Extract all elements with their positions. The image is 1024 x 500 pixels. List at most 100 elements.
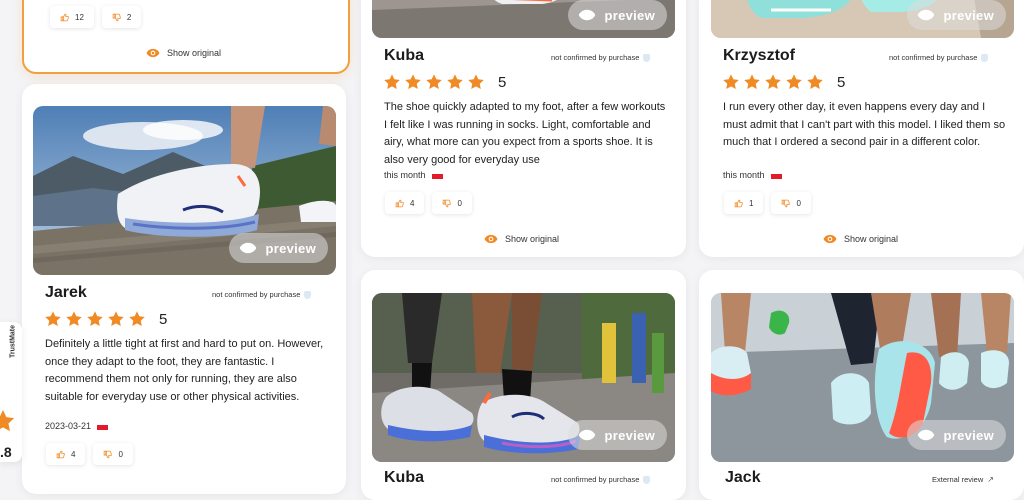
review-photo[interactable]: preview [711, 293, 1014, 462]
flag-icon [770, 174, 782, 179]
review-card-top-left: 12 2 Show original [22, 0, 350, 74]
eye-icon [484, 234, 498, 244]
review-text: The shoe quickly adapted to my foot, aft… [384, 101, 666, 166]
preview-label: preview [604, 7, 655, 23]
review-photo[interactable]: preview [33, 106, 336, 275]
external-review-label: External review [932, 475, 984, 484]
show-original-label: Show original [167, 48, 222, 58]
eye-icon [917, 9, 935, 21]
shield-icon [643, 475, 651, 484]
dislike-button[interactable]: 0 [771, 192, 811, 214]
star-icon [764, 73, 782, 91]
preview-button[interactable]: preview [568, 420, 667, 450]
show-original-label: Show original [844, 234, 899, 244]
like-button[interactable]: 4 [385, 192, 425, 214]
like-count: 12 [75, 12, 84, 22]
thumbs-up-icon [56, 450, 65, 459]
review-card-kuba-2: preview Kuba not confirmed by purchase [361, 270, 686, 500]
star-icon [0, 404, 16, 438]
preview-button[interactable]: preview [907, 0, 1006, 30]
external-review-status: External review ↗ [932, 475, 994, 484]
reviewer-name: Jarek [45, 284, 87, 301]
star-icon [86, 310, 104, 328]
rating-value: 5 [498, 73, 507, 91]
star-icon [722, 73, 740, 91]
eye-icon [578, 9, 596, 21]
star-icon [467, 73, 485, 91]
star-icon [446, 73, 464, 91]
star-icon [383, 73, 401, 91]
trustmate-score: .8 [0, 444, 12, 460]
review-photo[interactable]: preview [372, 0, 675, 38]
purchase-status: not confirmed by purchase [212, 290, 312, 299]
review-card-kuba: preview Kuba not confirmed by purchase 5… [361, 0, 686, 257]
eye-icon [917, 429, 935, 441]
purchase-status: not confirmed by purchase [551, 53, 651, 62]
purchase-status-label: not confirmed by purchase [212, 290, 301, 299]
thumbs-up-icon [734, 199, 743, 208]
star-icon [743, 73, 761, 91]
review-photo[interactable]: preview [372, 293, 675, 462]
thumbs-down-icon [103, 450, 112, 459]
star-icon [425, 73, 443, 91]
like-button[interactable]: 1 [724, 192, 764, 214]
vote-buttons: 4 0 [46, 443, 133, 465]
vote-buttons: 1 0 [724, 192, 811, 214]
purchase-status: not confirmed by purchase [551, 475, 651, 484]
flag-icon [97, 425, 109, 430]
review-date-value: 2023-03-21 [45, 421, 92, 431]
review-date: 2023-03-21 [45, 421, 109, 431]
shield-icon [643, 53, 651, 62]
dislike-button[interactable]: 2 [101, 6, 142, 28]
show-original-link[interactable]: Show original [823, 234, 898, 244]
preview-button[interactable]: preview [907, 420, 1006, 450]
dislike-count: 0 [796, 198, 801, 208]
purchase-status-label: not confirmed by purchase [551, 53, 640, 62]
flag-icon [431, 174, 443, 179]
show-original-link[interactable]: Show original [146, 48, 221, 58]
star-icon [65, 310, 83, 328]
purchase-status-label: not confirmed by purchase [889, 53, 978, 62]
rating-stars: 5 [383, 73, 506, 91]
preview-button[interactable]: preview [568, 0, 667, 30]
eye-icon [578, 429, 596, 441]
dislike-button[interactable]: 0 [432, 192, 472, 214]
star-icon [404, 73, 422, 91]
reviewer-name: Kuba [384, 47, 424, 64]
shield-icon [304, 290, 312, 299]
rating-value: 5 [159, 310, 168, 328]
thumbs-down-icon [781, 199, 790, 208]
star-icon [785, 73, 803, 91]
like-button[interactable]: 4 [46, 443, 86, 465]
dislike-count: 2 [126, 12, 132, 22]
review-card-jarek: preview Jarek not confirmed by purchase … [22, 84, 346, 494]
review-photo[interactable]: preview [711, 0, 1014, 38]
preview-button[interactable]: preview [229, 233, 328, 263]
preview-label: preview [943, 427, 994, 443]
eye-icon [146, 48, 160, 58]
preview-label: preview [943, 7, 994, 23]
eye-icon [823, 234, 837, 244]
star-icon [44, 310, 62, 328]
eye-icon [239, 242, 257, 254]
vote-buttons: 12 2 [50, 6, 142, 28]
review-date: this month [723, 170, 782, 180]
rating-value: 5 [837, 73, 846, 91]
thumbs-down-icon [442, 199, 451, 208]
star-icon [128, 310, 146, 328]
purchase-status: not confirmed by purchase [889, 53, 989, 62]
reviewer-name: Jack [725, 469, 761, 486]
dislike-count: 0 [457, 198, 462, 208]
review-card-jack: preview Jack External review ↗ [699, 270, 1024, 500]
purchase-status-label: not confirmed by purchase [551, 475, 640, 484]
show-original-label: Show original [505, 234, 560, 244]
show-original-link[interactable]: Show original [484, 234, 559, 244]
review-text: I run every other day, it even happens e… [723, 101, 1006, 148]
dislike-count: 0 [118, 449, 123, 459]
dislike-button[interactable]: 0 [93, 443, 133, 465]
review-text: Definitely a little tight at first and h… [45, 338, 324, 403]
like-count: 1 [749, 198, 754, 208]
like-button[interactable]: 12 [50, 6, 94, 28]
like-count: 4 [71, 449, 76, 459]
thumbs-down-icon [112, 13, 121, 22]
